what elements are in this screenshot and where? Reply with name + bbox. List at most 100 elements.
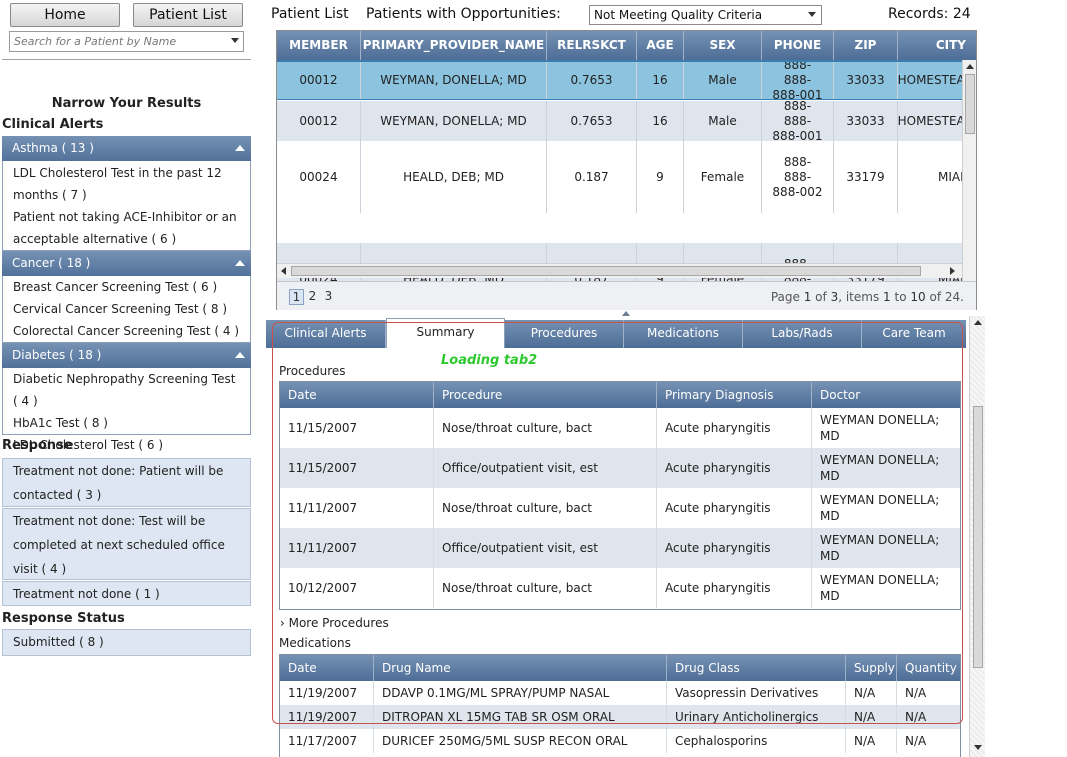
cell-phone: 888-888-888-001 <box>762 62 834 99</box>
filter-item-breast-cancer[interactable]: Breast Cancer Screening Test ( 6 ) <box>3 276 250 298</box>
scroll-down-icon[interactable] <box>974 745 982 750</box>
response-title: Response <box>2 438 73 453</box>
scroll-right-icon[interactable] <box>950 267 955 275</box>
cell-sex: Male <box>684 62 762 99</box>
patient-row[interactable]: 00012 WEYMAN, DONELLA; MD 0.7653 16 Male 888-… <box>277 60 962 100</box>
scroll-left-icon[interactable] <box>281 267 286 275</box>
scroll-up-icon[interactable] <box>966 64 974 69</box>
patient-search-combobox[interactable] <box>9 31 244 52</box>
column-header-date[interactable]: Date <box>280 382 434 408</box>
items-total: 24. <box>944 290 964 304</box>
procedure-row[interactable]: 10/12/2007 Nose/throat culture, bact Acute… <box>280 568 960 608</box>
page-1-button[interactable]: 1 <box>289 289 304 305</box>
scroll-up-icon[interactable] <box>974 320 982 325</box>
page-2-button[interactable]: 2 <box>305 289 320 305</box>
filter-item-colorectal-cancer[interactable]: Colorectal Cancer Screening Test ( 4 ) <box>3 320 250 342</box>
tab-care-team[interactable]: Care Team <box>862 320 966 348</box>
cell-phone: 888-888-888-001 <box>762 101 834 141</box>
cell-drug-class: Urinary Anticholinergics <box>667 705 846 729</box>
response-item-contacted[interactable]: Treatment not done: Patient will be cont… <box>2 458 251 507</box>
medication-row[interactable]: 11/19/2007 DDAVP 0.1MG/ML SPRAY/PUMP NASA… <box>280 681 960 705</box>
cell-drug-name: DDAVP 0.1MG/ML SPRAY/PUMP NASAL <box>374 681 667 705</box>
patient-grid: MEMBER PRIMARY_PROVIDER_NAME RELRSKCT AG… <box>276 30 977 310</box>
opportunities-select[interactable]: Not Meeting Quality Criteria <box>589 5 822 25</box>
category-label: Diabetes ( 18 ) <box>12 348 102 362</box>
page-3-button[interactable]: 3 <box>321 289 336 305</box>
column-header-member[interactable]: MEMBER <box>277 31 361 60</box>
tab-procedures[interactable]: Procedures <box>505 320 624 348</box>
detail-vscrollbar[interactable] <box>969 316 985 757</box>
medication-row[interactable]: 11/19/2007 DITROPAN XL 15MG TAB SR OSM OR… <box>280 705 960 729</box>
scroll-thumb[interactable] <box>291 266 921 276</box>
collapse-icon[interactable] <box>235 352 245 358</box>
cell-diagnosis: Acute pharyngitis <box>657 448 812 488</box>
response-item-next-visit[interactable]: Treatment not done: Test will be complet… <box>2 508 251 580</box>
column-header-date[interactable]: Date <box>280 655 374 681</box>
cell-city: MIAMI <box>898 141 962 213</box>
column-header-primary-diagnosis[interactable]: Primary Diagnosis <box>657 382 812 408</box>
procedure-row[interactable]: 11/15/2007 Nose/throat culture, bact Acute… <box>280 408 960 448</box>
filter-item-ace-inhibitor[interactable]: Patient not taking ACE-Inhibitor or an a… <box>3 206 250 250</box>
patient-search-input[interactable] <box>10 32 222 51</box>
patient-row[interactable]: 00024HEALD, DEB; MD0.1879Female888-888-8… <box>277 141 962 213</box>
column-header-drug-class[interactable]: Drug Class <box>667 655 846 681</box>
column-header-procedure[interactable]: Procedure <box>434 382 657 408</box>
patient-row[interactable]: 00012 WEYMAN, DONELLA; MD 0.7653 16 Male 888-… <box>277 101 962 141</box>
tab-medications[interactable]: Medications <box>624 320 743 348</box>
column-header-quantity[interactable]: Quantity <box>897 655 960 681</box>
collapse-icon[interactable] <box>235 260 245 266</box>
column-header-drug-name[interactable]: Drug Name <box>374 655 667 681</box>
filter-item-hba1c[interactable]: HbA1c Test ( 8 ) <box>3 412 250 434</box>
tab-labs-rads[interactable]: Labs/Rads <box>743 320 862 348</box>
home-button[interactable]: Home <box>10 3 120 27</box>
procedure-row[interactable]: 11/15/2007 Office/outpatient visit, est Ac… <box>280 448 960 488</box>
chevron-down-icon[interactable] <box>808 12 816 17</box>
cell-relrskct: 0.187 <box>547 141 637 213</box>
column-header-relrskct[interactable]: RELRSKCT <box>547 31 637 60</box>
category-asthma-list: LDL Cholesterol Test in the past 12 mont… <box>2 161 251 251</box>
column-header-city[interactable]: CITY <box>898 31 976 60</box>
page-info: Page 1 of 3, items 1 to 10 of 24. <box>771 290 964 304</box>
cell-zip: 33033 <box>834 101 898 141</box>
clinical-alerts-title: Clinical Alerts <box>2 117 104 132</box>
items-from: 1 <box>883 290 891 304</box>
filter-item-cervical-cancer[interactable]: Cervical Cancer Screening Test ( 8 ) <box>3 298 250 320</box>
patient-grid-vscrollbar[interactable] <box>962 60 976 293</box>
column-header-zip[interactable]: ZIP <box>834 31 898 60</box>
collapse-icon[interactable] <box>235 145 245 151</box>
chevron-down-icon[interactable] <box>231 38 239 43</box>
category-diabetes-list: Diabetic Nephropathy Screening Test ( 4 … <box>2 368 251 452</box>
cell-sex: Female <box>684 141 762 213</box>
category-cancer-header[interactable]: Cancer ( 18 ) <box>2 251 251 276</box>
filter-item-diabetic-nephropathy[interactable]: Diabetic Nephropathy Screening Test ( 4 … <box>3 368 250 412</box>
patient-grid-body: 00012 WEYMAN, DONELLA; MD 0.7653 16 Male 888-… <box>277 60 962 292</box>
cell-drug-name: DITROPAN XL 15MG TAB SR OSM ORAL <box>374 705 667 729</box>
column-header-doctor[interactable]: Doctor <box>812 382 960 408</box>
scroll-thumb[interactable] <box>973 406 983 668</box>
procedure-row[interactable]: 11/11/2007 Office/outpatient visit, est Ac… <box>280 528 960 568</box>
category-asthma-header[interactable]: Asthma ( 13 ) <box>2 136 251 161</box>
response-status-submitted[interactable]: Submitted ( 8 ) <box>2 629 251 656</box>
column-header-provider[interactable]: PRIMARY_PROVIDER_NAME <box>361 31 547 60</box>
patient-list-button[interactable]: Patient List <box>133 3 243 27</box>
column-header-supply[interactable]: Supply <box>846 655 897 681</box>
cell-date: 11/11/2007 <box>280 528 434 568</box>
cell-diagnosis: Acute pharyngitis <box>657 408 812 448</box>
cell-procedure: Nose/throat culture, bact <box>434 488 657 528</box>
patient-grid-hscrollbar[interactable] <box>277 263 962 278</box>
column-header-sex[interactable]: SEX <box>684 31 762 60</box>
medication-row[interactable]: 11/17/2007 DURICEF 250MG/5ML SUSP RECON O… <box>280 729 960 753</box>
filter-item-ldl-cholesterol[interactable]: LDL Cholesterol Test in the past 12 mont… <box>3 161 250 206</box>
tab-summary[interactable]: Summary <box>386 318 505 348</box>
tab-clinical-alerts[interactable]: Clinical Alerts <box>266 320 386 348</box>
scroll-thumb[interactable] <box>965 74 975 134</box>
cell-zip: 33179 <box>834 141 898 213</box>
response-item-not-done[interactable]: Treatment not done ( 1 ) <box>2 581 251 606</box>
category-diabetes-header[interactable]: Diabetes ( 18 ) <box>2 343 251 368</box>
cell-doctor: WEYMAN DONELLA; MD <box>820 573 940 603</box>
column-header-age[interactable]: AGE <box>637 31 684 60</box>
records-count: Records: 24 <box>888 6 971 22</box>
column-header-phone[interactable]: PHONE <box>762 31 834 60</box>
procedure-row[interactable]: 11/11/2007 Nose/throat culture, bact Acute… <box>280 488 960 528</box>
more-procedures-link[interactable]: › More Procedures <box>280 616 389 630</box>
